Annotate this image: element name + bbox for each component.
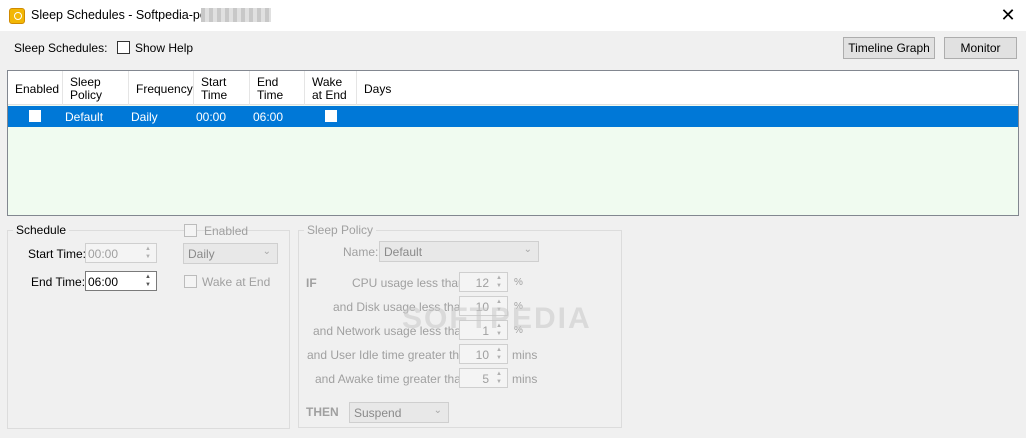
policy-name-label: Name: — [343, 245, 379, 259]
row-enabled-checkbox[interactable] — [29, 110, 41, 122]
cpu-threshold-field[interactable]: 12 ▲ ▼ — [459, 272, 508, 292]
spin-up-icon: ▲ — [496, 371, 502, 377]
spin-up-icon: ▲ — [496, 275, 502, 281]
column-days[interactable]: Days — [357, 71, 1018, 105]
spin-up-icon: ▲ — [145, 274, 151, 280]
app-icon — [9, 8, 25, 24]
close-button[interactable]: ✕ — [996, 4, 1020, 26]
spin-down-icon: ▼ — [145, 282, 151, 288]
chevron-down-icon: ⌄ — [523, 244, 532, 255]
title-bar: Sleep Schedules - Softpedia-pc ( ✕ — [0, 0, 1026, 31]
policy-name-select[interactable]: Default ⌄ — [379, 241, 539, 262]
end-time-field[interactable]: 06:00 ▲ ▼ — [85, 271, 157, 291]
timeline-graph-button[interactable]: Timeline Graph — [843, 37, 935, 59]
row-start-time: 00:00 — [196, 110, 227, 124]
idle-unit: mins — [512, 348, 538, 362]
row-policy: Default — [65, 110, 104, 124]
show-help-label[interactable]: Show Help — [135, 41, 193, 55]
cpu-label: CPU usage less than — [352, 276, 465, 290]
row-frequency: Daily — [131, 110, 158, 124]
idle-label: and User Idle time greater than — [307, 348, 473, 362]
spin-down-icon: ▼ — [496, 283, 502, 289]
column-wake-at-end[interactable]: Wake at End — [305, 71, 357, 105]
wake-at-end-label: Wake at End — [202, 275, 271, 289]
enabled-label: Enabled — [204, 224, 249, 238]
start-time-field[interactable]: 00:00 ▲ ▼ — [85, 243, 157, 263]
watermark: SOFTPEDIA — [402, 302, 592, 335]
cpu-unit: % — [514, 277, 523, 288]
then-label: THEN — [306, 405, 339, 419]
enabled-checkbox[interactable] — [184, 224, 197, 237]
spin-up-icon: ▲ — [145, 246, 151, 252]
awake-threshold-field[interactable]: 5 ▲ ▼ — [459, 368, 508, 388]
frequency-select[interactable]: Daily ⌄ — [183, 243, 278, 264]
sleep-policy-group-title: Sleep Policy — [304, 223, 377, 237]
if-label: IF — [306, 276, 317, 290]
row-wake-checkbox[interactable] — [325, 110, 337, 122]
wake-at-end-checkbox[interactable] — [184, 275, 197, 288]
show-help-checkbox[interactable] — [117, 41, 130, 54]
idle-threshold-field[interactable]: 10 ▲ ▼ — [459, 344, 508, 364]
column-frequency[interactable]: Frequency — [129, 71, 194, 105]
spin-down-icon: ▼ — [145, 254, 151, 260]
start-time-label: Start Time: — [28, 247, 87, 261]
schedule-group-title: Schedule — [13, 223, 70, 237]
chevron-down-icon: ⌄ — [262, 246, 271, 257]
spin-down-icon: ▼ — [496, 379, 502, 385]
row-end-time: 06:00 — [253, 110, 284, 124]
column-start-time[interactable]: Start Time — [194, 71, 250, 105]
window-title: Sleep Schedules - Softpedia-pc ( — [31, 8, 214, 22]
then-action-select[interactable]: Suspend ⌄ — [349, 402, 449, 423]
schedules-grid[interactable]: Enabled Sleep Policy Frequency Start Time … — [7, 70, 1019, 216]
column-enabled[interactable]: Enabled — [8, 71, 63, 105]
table-row[interactable]: Default Daily 00:00 06:00 — [8, 106, 1018, 127]
sleep-schedules-label: Sleep Schedules: — [14, 41, 108, 55]
blurred-hostname — [201, 8, 271, 22]
column-end-time[interactable]: End Time — [250, 71, 305, 105]
spin-down-icon: ▼ — [496, 355, 502, 361]
awake-unit: mins — [512, 372, 538, 386]
grid-header: Enabled Sleep Policy Frequency Start Time … — [8, 71, 1018, 105]
awake-label: and Awake time greater than — [315, 372, 468, 386]
column-sleep-policy[interactable]: Sleep Policy — [63, 71, 129, 105]
spin-up-icon: ▲ — [496, 347, 502, 353]
end-time-label: End Time: — [31, 275, 86, 289]
chevron-down-icon: ⌄ — [433, 405, 442, 416]
monitor-button[interactable]: Monitor — [944, 37, 1017, 59]
